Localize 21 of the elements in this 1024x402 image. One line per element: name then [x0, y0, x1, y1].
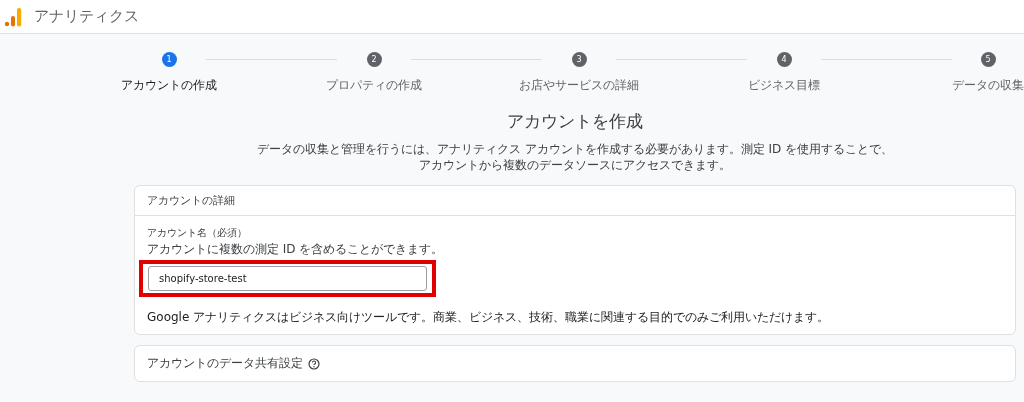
step-number: 1 — [161, 52, 177, 67]
card-title: アカウントのデータ共有設定 — [147, 355, 303, 372]
field-label: アカウント名（必須） — [147, 226, 248, 240]
step-label: ビジネス目標 — [748, 77, 820, 94]
step-number: 5 — [980, 52, 996, 67]
step-label: データの収集 — [952, 77, 1024, 94]
app-name: アナリティクス — [34, 7, 139, 26]
step-label: プロパティの作成 — [326, 77, 422, 94]
page-title: アカウントを作成 — [507, 110, 643, 133]
step-number: 2 — [366, 52, 382, 67]
step-number: 4 — [776, 52, 792, 67]
notice-text: Google アナリティクスはビジネス向けツールです。商業、ビジネス、技術、職業に関連する目的でのみご利用いただけます。 — [147, 309, 831, 326]
help-icon[interactable] — [308, 357, 320, 370]
card-title: アカウントの詳細 — [135, 186, 1015, 216]
bar-chart-logo-icon — [4, 6, 22, 27]
step-number: 3 — [571, 52, 587, 67]
step-label: アカウントの作成 — [121, 77, 217, 94]
field-hint: アカウントに複数の測定 ID を含めることができます。 — [147, 241, 445, 258]
description-text: データの収集と管理を行うには、アナリティクス アカウントを作成する必要があります。測定 ID を使用することで、アカウントから複数のデータソースにアクセスできます。 — [255, 141, 895, 173]
step-label: お店やサービスの詳細 — [519, 77, 639, 94]
account-name-field[interactable]: shopify-store-test — [148, 266, 427, 291]
